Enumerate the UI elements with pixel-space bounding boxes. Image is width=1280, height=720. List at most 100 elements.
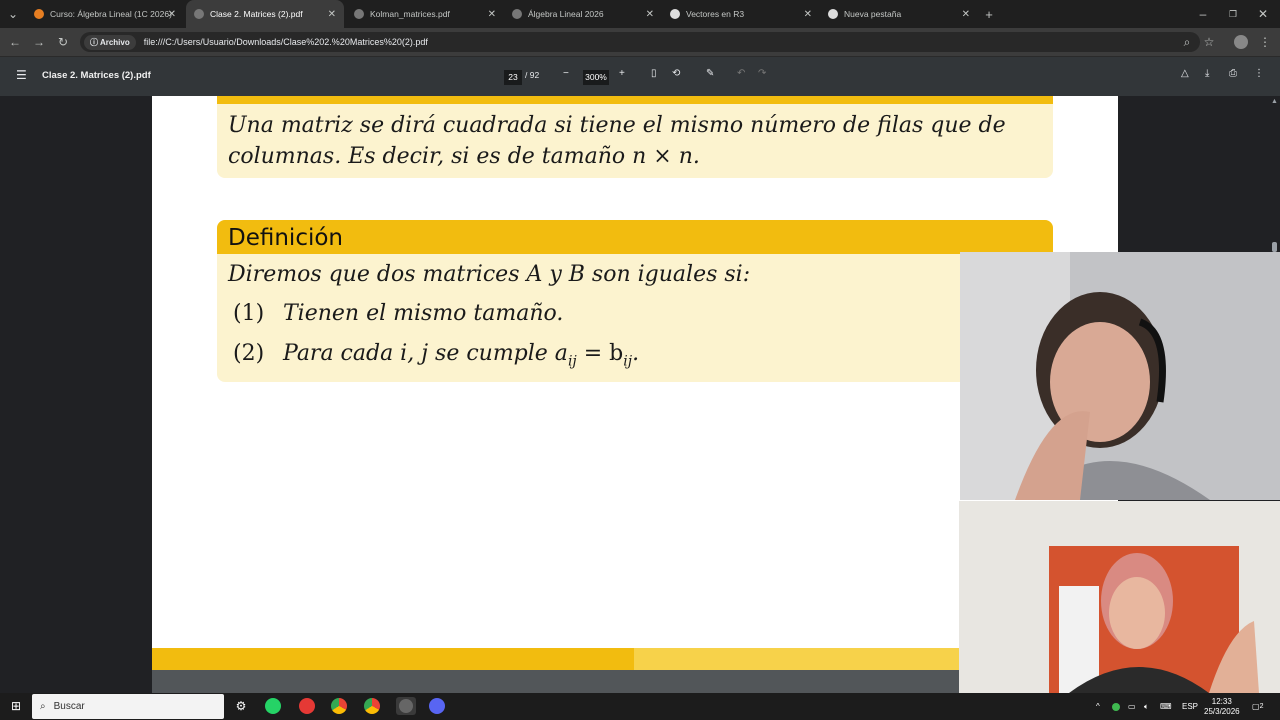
- discord-icon[interactable]: [428, 697, 446, 715]
- definition-box-iguales: Definición Diremos que dos matrices A y …: [217, 220, 1053, 382]
- definition-title: Definición: [228, 225, 343, 251]
- tab-curso[interactable]: Curso: Álgebra Lineal (1C 2026) ✕: [26, 0, 184, 28]
- tab-nueva[interactable]: Nueva pestaña ✕: [820, 0, 978, 28]
- url-text: file:///C:/Users/Usuario/Downloads/Clase…: [143, 37, 428, 47]
- subscript: ij: [623, 353, 633, 370]
- item-2-number: (2): [233, 341, 265, 366]
- close-icon[interactable]: ✕: [646, 9, 654, 20]
- rotate-icon[interactable]: ⟲: [672, 68, 680, 79]
- globe-icon: [512, 9, 522, 19]
- equals-b: = b: [576, 341, 624, 366]
- tab-clase-2[interactable]: Clase 2. Matrices (2).pdf ✕: [186, 0, 344, 28]
- site-info-chip[interactable]: ⓘ Archivo: [84, 34, 136, 50]
- tray-green-icon[interactable]: [1112, 693, 1120, 720]
- box-text-line1: Una matriz se dirá cuadrada si tiene el …: [228, 113, 1006, 138]
- url-field[interactable]: ⓘ Archivo file:///C:/Users/Usuario/Downl…: [80, 32, 1200, 52]
- webcam-video-2: [959, 501, 1280, 693]
- bookmark-star-icon[interactable]: ☆: [1198, 28, 1220, 56]
- battery-icon[interactable]: ▭: [1128, 693, 1136, 720]
- clock-time: 12:33: [1211, 696, 1232, 706]
- footer-band-left: [152, 648, 634, 670]
- tray-chevron-icon[interactable]: ^: [1096, 693, 1100, 720]
- more-options-icon[interactable]: ⋮: [1254, 68, 1264, 79]
- close-icon[interactable]: ✕: [328, 9, 336, 20]
- chrome-icon[interactable]: [330, 697, 348, 715]
- box-stripe: [217, 96, 1053, 104]
- page-total: / 92: [525, 70, 540, 80]
- close-icon[interactable]: ✕: [962, 9, 970, 20]
- tab-algebra[interactable]: Álgebra Lineal 2026 ✕: [504, 0, 662, 28]
- tab-label: Curso: Álgebra Lineal (1C 2026): [50, 9, 172, 19]
- tab-kolman[interactable]: Kolman_matrices.pdf ✕: [346, 0, 504, 28]
- redo-icon[interactable]: ↷: [758, 68, 766, 79]
- item-1-text: Tienen el mismo tamaño.: [283, 301, 564, 326]
- webcam-person-1: [960, 252, 1280, 500]
- globe-icon: [194, 9, 204, 19]
- subscript: ij: [567, 353, 577, 370]
- chrome-icon: [828, 9, 838, 19]
- close-icon[interactable]: ✕: [804, 9, 812, 20]
- new-tab-button[interactable]: +: [978, 0, 1000, 28]
- whatsapp-icon[interactable]: [264, 697, 282, 715]
- annotate-icon[interactable]: ✎: [706, 68, 714, 79]
- tab-label: Clase 2. Matrices (2).pdf: [210, 9, 303, 19]
- scrollbar-thumb[interactable]: [1272, 242, 1277, 252]
- back-icon[interactable]: ←: [4, 28, 26, 56]
- definition-statement: Diremos que dos matrices A y B son igual…: [228, 262, 751, 287]
- item-1-number: (1): [233, 301, 265, 326]
- chrome-icon[interactable]: [363, 697, 381, 715]
- print-icon[interactable]: ⎙: [1229, 68, 1237, 79]
- drive-icon[interactable]: △: [1181, 68, 1189, 79]
- profile-avatar[interactable]: [1230, 28, 1252, 56]
- undo-icon[interactable]: ↶: [737, 68, 745, 79]
- notification-count: 2: [1259, 703, 1264, 710]
- notification-icon[interactable]: ▢ 2: [1252, 693, 1263, 720]
- settings-gear-icon[interactable]: ⚙: [232, 697, 250, 715]
- keyboard-icon[interactable]: ⌨: [1160, 693, 1172, 720]
- menu-kebab-icon[interactable]: ⋮: [1254, 28, 1276, 56]
- webcam-video-1: [960, 252, 1280, 500]
- item-2-text: Para cada i, j se cumple aij = bij.: [283, 341, 639, 369]
- volume-icon[interactable]: 🔈︎: [1144, 693, 1149, 720]
- box-text-line2: columnas. Es decir, si es de tamaño n × …: [228, 144, 700, 169]
- pdf-toolbar: ☰ Clase 2. Matrices (2).pdf 23 / 92 − 30…: [0, 56, 1280, 96]
- taskbar-search[interactable]: ⌕ Buscar: [32, 694, 224, 719]
- restore-icon[interactable]: ❐: [1222, 0, 1244, 28]
- zoom-level-input[interactable]: 300%: [583, 70, 609, 85]
- tab-label: Kolman_matrices.pdf: [370, 9, 450, 19]
- windows-start-icon[interactable]: ⊞: [7, 697, 25, 715]
- language-indicator[interactable]: ESP: [1182, 693, 1198, 720]
- close-icon[interactable]: ✕: [488, 9, 496, 20]
- chip-label: Archivo: [99, 37, 130, 47]
- zoom-icon[interactable]: ⌕: [1176, 28, 1198, 56]
- item-2-end: .: [632, 341, 640, 366]
- download-icon[interactable]: ⤓: [1205, 68, 1209, 79]
- page-number-input[interactable]: 23: [504, 70, 522, 85]
- reload-icon[interactable]: ↻: [52, 28, 74, 56]
- tab-strip: ⌄ Curso: Álgebra Lineal (1C 2026) ✕ Clas…: [0, 0, 1280, 28]
- tab-label: Álgebra Lineal 2026: [528, 9, 604, 19]
- search-placeholder: Buscar: [53, 701, 85, 712]
- close-icon[interactable]: ✕: [168, 9, 176, 20]
- fit-page-icon[interactable]: ▯: [651, 68, 657, 79]
- scroll-up-icon[interactable]: ▲: [1271, 98, 1278, 105]
- search-icon: ⌕: [40, 701, 46, 712]
- definition-box-cuadrada: Una matriz se dirá cuadrada si tiene el …: [217, 96, 1053, 178]
- chrome-profile-icon[interactable]: [298, 697, 316, 715]
- moodle-icon: [34, 9, 44, 19]
- chrome-active-icon[interactable]: [396, 697, 416, 715]
- address-bar: ← → ↻ ⓘ Archivo file:///C:/Users/Usuario…: [0, 28, 1280, 56]
- globe-icon: [354, 9, 364, 19]
- clock[interactable]: 12:33 25/3/2026: [1204, 693, 1240, 720]
- pdf-title: Clase 2. Matrices (2).pdf: [42, 70, 151, 81]
- tab-search-icon[interactable]: ⌄: [2, 0, 24, 28]
- tab-label: Vectores en R3: [686, 9, 745, 19]
- hamburger-menu-icon[interactable]: ☰: [16, 68, 27, 82]
- zoom-out-button[interactable]: −: [563, 68, 569, 79]
- webcam-person-2: [959, 501, 1280, 693]
- zoom-in-button[interactable]: +: [619, 68, 625, 79]
- tab-vectores[interactable]: Vectores en R3 ✕: [662, 0, 820, 28]
- forward-icon[interactable]: →: [28, 28, 50, 56]
- window-close-icon[interactable]: ✕: [1252, 0, 1274, 28]
- minimize-icon[interactable]: –: [1192, 0, 1214, 28]
